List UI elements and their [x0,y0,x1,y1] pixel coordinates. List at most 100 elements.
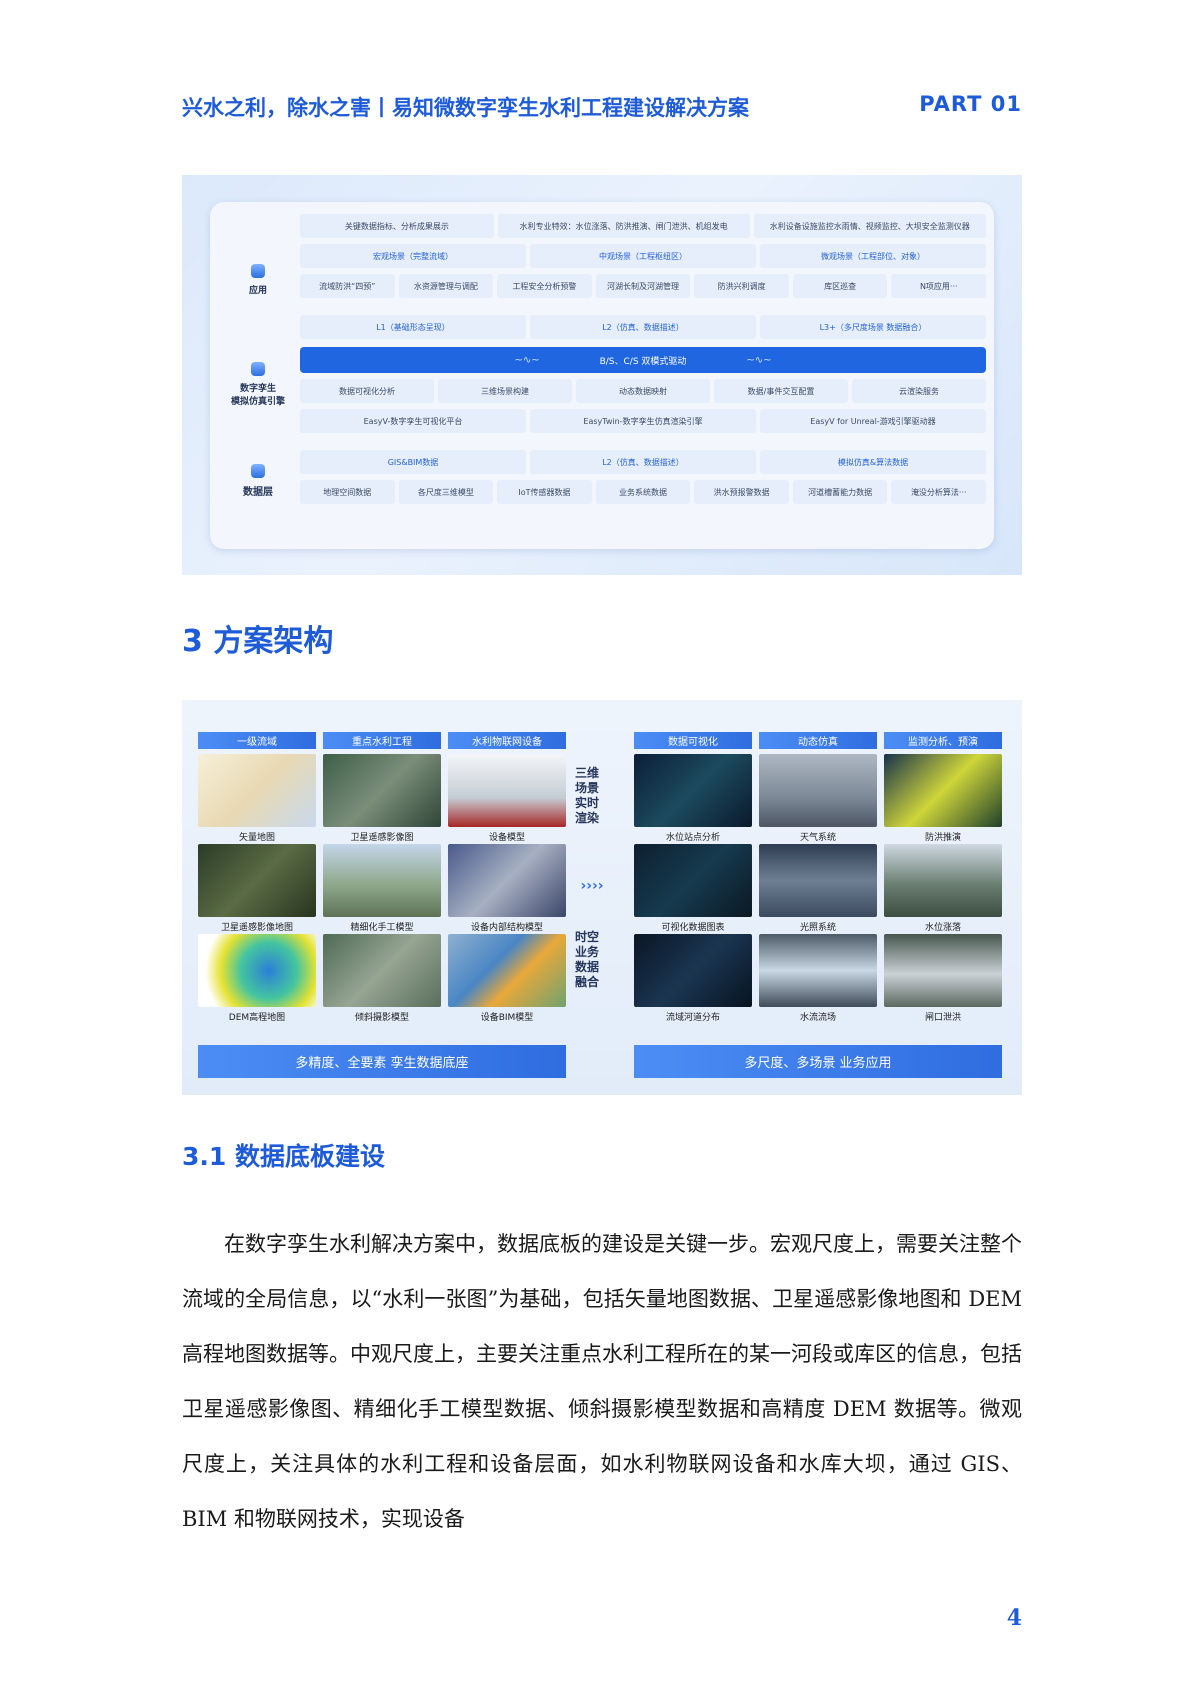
arch-cell: 模拟仿真&算法数据 [760,450,986,474]
sluice-discharge-image [884,934,1002,1007]
arch-cell: 数据/事件交互配置 [714,379,848,403]
arch-cell: 水资源管理与调配 [398,274,494,298]
pulse-icon: ~∿~ [514,354,540,366]
business-app-bar: 多尺度、多场景 业务应用 [634,1045,1002,1078]
data-base-bar: 多精度、全要素 孪生数据底座 [198,1045,566,1078]
arch-cell: L2（仿真、数据描述） [530,315,756,339]
data-layer-icon [251,464,265,478]
tile-caption: 卫星遥感影像图 [350,833,414,843]
arch-bar: ~∿~ B/S、C/S 双模式驱动 ~∿~ [300,347,986,373]
device-model-image [448,754,566,827]
tile-caption: DEM高程地图 [228,1013,286,1023]
tile-caption: 矢量地图 [238,833,275,843]
arch-cell: N项应用··· [891,274,987,298]
arch-row-8: 地理空间数据 各尺度三维模型 IoT传感器数据 业务系统数据 洪水预报警数据 河… [300,480,987,504]
tile-caption: 天气系统 [799,833,836,843]
arch-cell: IoT传感器数据 [497,480,592,504]
arch-row-5: 数据可视化分析 三维场景构建 动态数据映射 数据/事件交互配置 云渲染服务 [300,379,986,403]
arch-cell: L1（基础形态呈现） [300,315,526,339]
arch-cell: 防洪兴利调度 [694,274,789,298]
body-paragraph: 在数字孪生水利解决方案中，数据底板的建设是关键一步。宏观尺度上，需要关注整个流域… [182,1217,1022,1547]
architecture-panel: 应用 数字孪生 模拟仿真引擎 数据层 关键数据指标、分析成果展示 水利专业特效：… [210,202,994,549]
arch-row-7: GIS&BIM数据 L2（仿真、数据描述） 模拟仿真&算法数据 [300,450,986,474]
tile-caption: 水位涨落 [924,923,961,933]
arch-cell: 中观场景（工程枢纽区） [530,244,756,268]
arch-cell: 地理空间数据 [300,480,395,504]
tile-caption: 水位站点分析 [665,833,720,843]
architecture-figure: 应用 数字孪生 模拟仿真引擎 数据层 关键数据指标、分析成果展示 水利专业特效：… [182,175,1022,575]
arch-cell: 洪水预报警数据 [694,480,789,504]
arch-cell: 河道槽蓄能力数据 [792,480,888,504]
arch-cell: 业务系统数据 [595,480,691,504]
col-header: 重点水利工程 [323,732,441,749]
dem-map-image [198,934,316,1007]
arch-cell: 云渲染服务 [852,379,986,403]
arch-row-6: EasyV-数字孪生可视化平台 EasyTwin-数字孪生仿真渲染引擎 Easy… [300,409,986,433]
water-station-image [634,754,752,827]
tile-caption: 水流流场 [799,1013,836,1023]
arch-cell: 水利设备设施监控水雨情、视频监控、大坝安全监测仪器 [753,214,986,238]
arch-row-3: 流域防洪“四预” 水资源管理与调配 工程安全分析预警 河湖长制及河湖管理 防洪兴… [300,274,987,298]
arch-cell: L2（仿真、数据描述） [530,450,756,474]
layer-app-label: 应用 [248,286,267,296]
subsection-title: 3.1 数据底板建设 [182,1142,385,1171]
tile-caption: 设备BIM模型 [480,1013,534,1023]
col-header: 监测分析、预演 [884,732,1002,749]
weather-system-image [759,754,877,827]
arch-cell: 淹没分析算法··· [891,480,987,504]
col-header: 水利物联网设备 [448,732,566,749]
data-chart-image [634,844,752,917]
vector-map-image [198,754,316,827]
layer-app: 应用 [222,264,294,296]
arch-cell: 微观场景（工程部位、对象） [760,244,986,268]
arch-cell: EasyV-数字孪生可视化平台 [300,409,526,433]
arch-cell: 宏观场景（完整流域） [300,244,526,268]
river-network-image [634,934,752,1007]
col-header: 动态仿真 [759,732,877,749]
layer-data: 数据层 [222,464,294,498]
tile-caption: 设备内部结构模型 [470,923,543,933]
col-header: 数据可视化 [634,732,752,749]
arch-cell: 关键数据指标、分析成果展示 [300,214,494,238]
chevrons-right-icon: ›››› [580,878,604,894]
col-header: 一级流域 [198,732,316,749]
arch-cell: 各尺度三维模型 [398,480,494,504]
arch-row-4: L1（基础形态呈现） L2（仿真、数据描述） L3+（多尺度场景 数据融合） [300,315,986,339]
arch-cell: 工程安全分析预警 [497,274,592,298]
oblique-model-image [323,934,441,1007]
layer-engine-label-2: 模拟仿真引擎 [230,397,285,407]
water-level-image [884,844,1002,917]
arch-row-1: 关键数据指标、分析成果展示 水利专业特效：水位涨落、防洪推演、闸门泄洪、机组发电… [300,214,986,238]
lighting-system-image [759,844,877,917]
tile-caption: 倾斜摄影模型 [354,1013,409,1023]
header-title: 兴水之利，除水之害丨易知微数字孪生水利工程建设解决方案 [182,96,749,120]
mid-label-fusion: 时空业务数据融合 [574,930,599,989]
tile-caption: 可视化数据图表 [661,923,725,933]
arch-bar-label: B/S、C/S 双模式驱动 [599,356,687,367]
tile-caption: 闸口泄洪 [924,1013,961,1023]
tile-caption: 卫星遥感影像地图 [220,923,293,933]
arch-row-2: 宏观场景（完整流域） 中观场景（工程枢纽区） 微观场景（工程部位、对象） [300,244,986,268]
layer-engine-label-1: 数字孪生 [239,384,276,394]
arch-cell: 数据可视化分析 [300,379,434,403]
internal-structure-image [448,844,566,917]
layer-data-label: 数据层 [243,487,273,498]
section-title: 3 方案架构 [182,624,334,659]
arch-cell: 水利专业特效：水位涨落、防洪推演、闸门泄洪、机组发电 [497,214,750,238]
water-flow-image [759,934,877,1007]
engine-layer-icon [251,362,265,376]
satellite-map-image [198,844,316,917]
layer-engine: 数字孪生 模拟仿真引擎 [222,362,294,407]
mid-label-render: 三维场景实时渲染 [574,766,599,825]
header-part: PART 01 [919,92,1022,116]
arch-cell: 三维场景构建 [438,379,572,403]
bim-model-image [448,934,566,1007]
arch-cell: L3+（多尺度场景 数据融合） [760,315,986,339]
arch-cell: 河湖长制及河湖管理 [595,274,691,298]
pulse-icon: ~∿~ [746,354,772,366]
arch-cell: EasyV for Unreal-游戏引擎驱动器 [760,409,986,433]
tile-caption: 精细化手工模型 [350,923,414,933]
arch-cell: 流域防洪“四预” [300,274,395,298]
satellite-image [323,754,441,827]
tile-caption: 光照系统 [799,923,836,933]
